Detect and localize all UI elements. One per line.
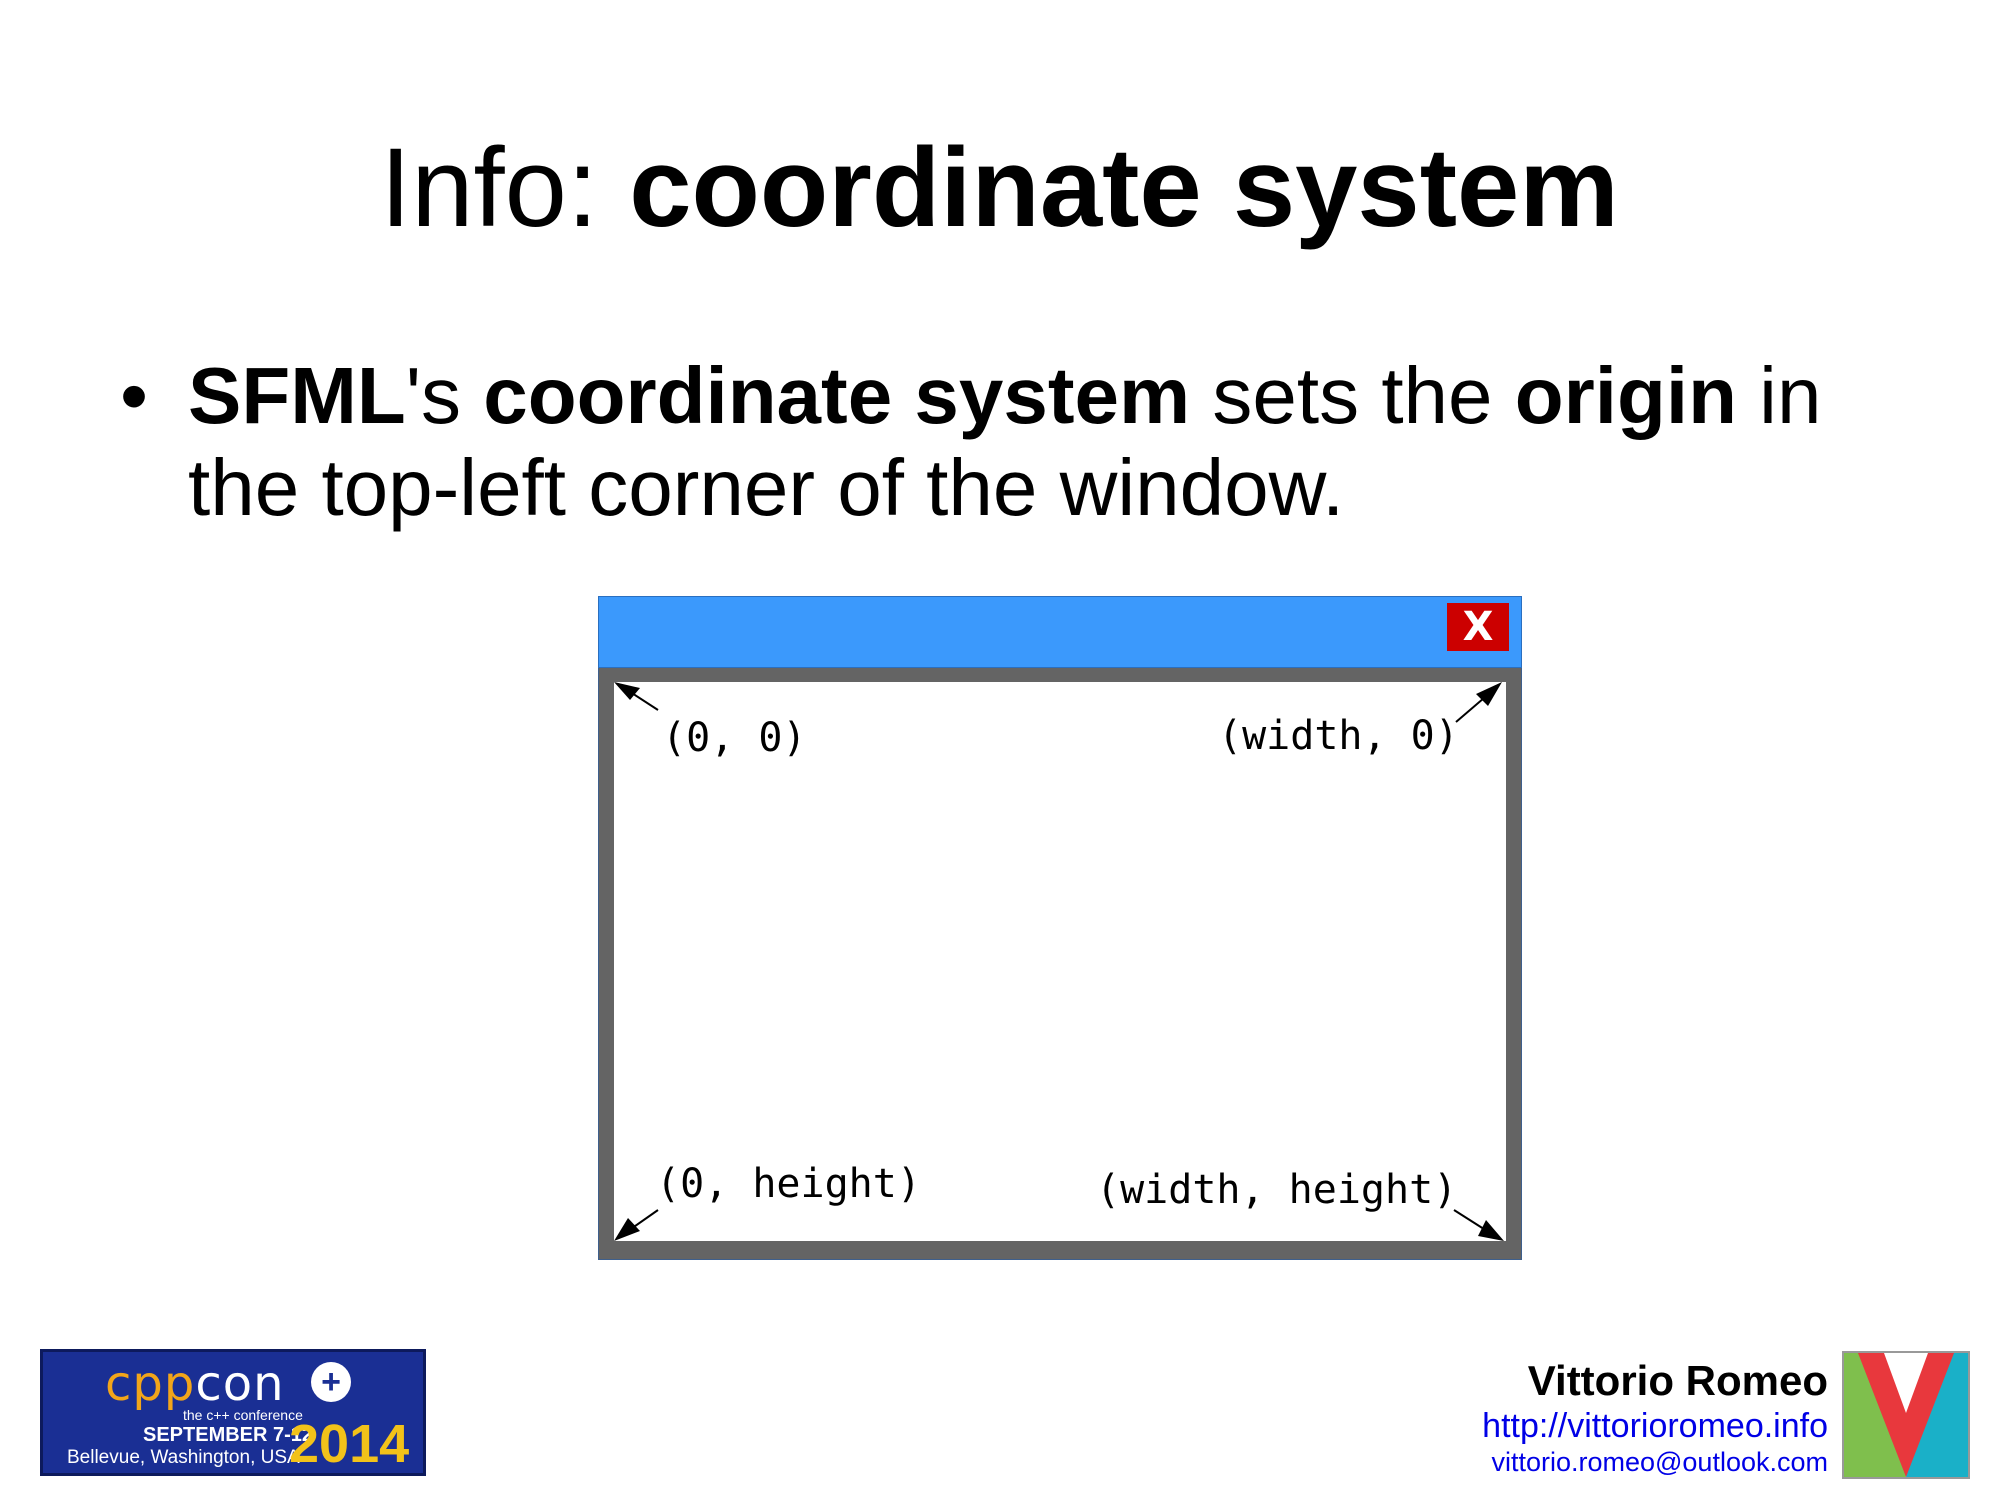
label-top-left: (0, 0) — [662, 715, 807, 761]
cppcon-con: con — [195, 1356, 285, 1412]
author-info: Vittorio Romeo http://vittorioromeo.info… — [1482, 1356, 1828, 1478]
cppcon-year: 2014 — [289, 1414, 410, 1474]
cppcon-location: Bellevue, Washington, USA — [67, 1447, 300, 1468]
vr-logo-icon — [1842, 1351, 1970, 1479]
plus-circle-icon: + — [311, 1362, 351, 1402]
cppcon-dates: SEPTEMBER 7-12 — [143, 1424, 314, 1446]
arrow-top-right — [1455, 682, 1502, 723]
cppcon-logo: cppcon + the c++ conference SEPTEMBER 7-… — [40, 1349, 426, 1476]
window-diagram: X (0, 0) (width, 0) (0, height) (width, … — [598, 596, 1522, 1260]
arrow-top-left — [614, 682, 659, 711]
title-prefix: Info: — [380, 125, 599, 250]
bullet-text: SFML's coordinate system sets the origin… — [188, 350, 1928, 534]
author-url-link[interactable]: http://vittorioromeo.info — [1482, 1406, 1828, 1446]
vr-logo-graphic — [1844, 1353, 1968, 1477]
cppcon-wordmark: cppcon — [105, 1356, 285, 1412]
arrow-bottom-right — [1453, 1209, 1504, 1241]
author-name: Vittorio Romeo — [1527, 1357, 1828, 1404]
cppcon-subtitle: the c++ conference — [183, 1407, 303, 1423]
author-email-link[interactable]: vittorio.romeo@outlook.com — [1482, 1446, 1828, 1478]
bullet-origin: origin — [1514, 351, 1737, 440]
label-bottom-right: (width, height) — [1096, 1167, 1458, 1213]
cppcon-cpp: cpp — [105, 1356, 196, 1412]
slide-title: Info: coordinate system — [0, 118, 1999, 258]
bullet-sets-the: sets the — [1190, 351, 1515, 440]
label-top-right: (width, 0) — [1218, 713, 1459, 759]
bullet-sfml: SFML — [188, 351, 406, 440]
label-bottom-left: (0, height) — [656, 1161, 921, 1207]
bullet-possessive: 's — [405, 351, 484, 440]
bullet-coordinate-system: coordinate system — [483, 351, 1191, 440]
bullet-marker: • — [120, 351, 149, 440]
arrow-bottom-left — [614, 1209, 659, 1241]
title-bold: coordinate system — [629, 125, 1619, 250]
